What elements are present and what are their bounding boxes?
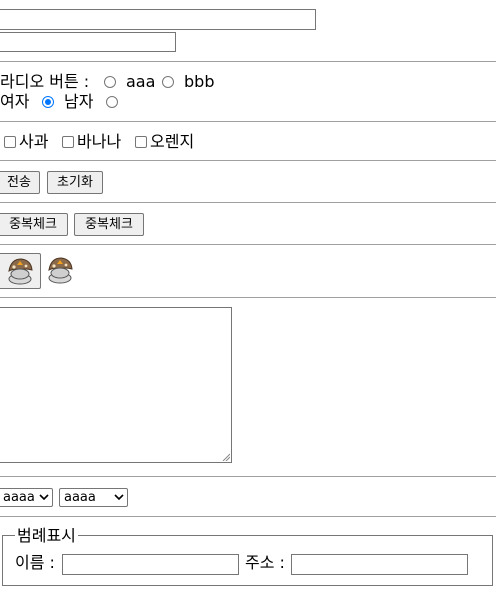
- radio-bbb-label: bbb: [184, 72, 215, 91]
- radio-male[interactable]: [106, 96, 118, 108]
- mushroom-icon: [48, 257, 73, 284]
- select-2-value: aaaa: [64, 490, 96, 505]
- checkbox-orange[interactable]: [135, 136, 147, 148]
- select-2[interactable]: aaaa: [59, 488, 128, 507]
- radio-bbb[interactable]: [162, 76, 174, 88]
- duplicate-check-button-1[interactable]: 중복체크: [0, 213, 68, 236]
- text-input-2[interactable]: [0, 32, 176, 52]
- text-input-1[interactable]: [0, 9, 316, 30]
- radio-aaa[interactable]: [104, 76, 116, 88]
- radio-female[interactable]: [42, 96, 54, 108]
- chevron-down-icon: [114, 494, 124, 501]
- textarea[interactable]: [0, 307, 232, 463]
- duplicate-check-button-2[interactable]: 중복체크: [74, 213, 144, 236]
- divider: [0, 516, 496, 517]
- divider: [0, 160, 496, 161]
- divider: [0, 476, 496, 477]
- select-1-value: aaaa: [3, 490, 35, 505]
- resize-grip-icon[interactable]: [222, 453, 230, 461]
- divider: [0, 61, 496, 62]
- divider: [0, 202, 496, 203]
- address-input[interactable]: [291, 554, 468, 575]
- mushroom-icon: [8, 258, 33, 285]
- radio-aaa-label: aaa: [126, 72, 156, 91]
- divider: [0, 244, 496, 245]
- select-1[interactable]: aaaa: [0, 488, 53, 507]
- name-label: 이름 :: [15, 553, 55, 572]
- checkbox-orange-label: 오렌지: [150, 132, 195, 151]
- checkbox-banana[interactable]: [62, 136, 74, 148]
- checkbox-apple[interactable]: [4, 136, 16, 148]
- chevron-down-icon: [39, 494, 49, 501]
- reset-button[interactable]: 초기화: [47, 171, 103, 194]
- fieldset-legend: 범례표시: [15, 526, 78, 546]
- radio-group-label: 라디오 버튼 :: [0, 72, 90, 91]
- name-input[interactable]: [62, 554, 239, 575]
- image-button-2[interactable]: [45, 255, 75, 285]
- checkbox-banana-label: 바나나: [77, 132, 122, 151]
- divider: [0, 297, 496, 298]
- address-label: 주소 :: [245, 553, 285, 572]
- gender-male-label: 남자: [64, 92, 94, 111]
- divider: [0, 121, 496, 122]
- image-button-1[interactable]: [0, 253, 41, 289]
- checkbox-apple-label: 사과: [19, 132, 49, 151]
- gender-female-label: 여자: [0, 92, 30, 111]
- submit-button[interactable]: 전송: [0, 171, 40, 194]
